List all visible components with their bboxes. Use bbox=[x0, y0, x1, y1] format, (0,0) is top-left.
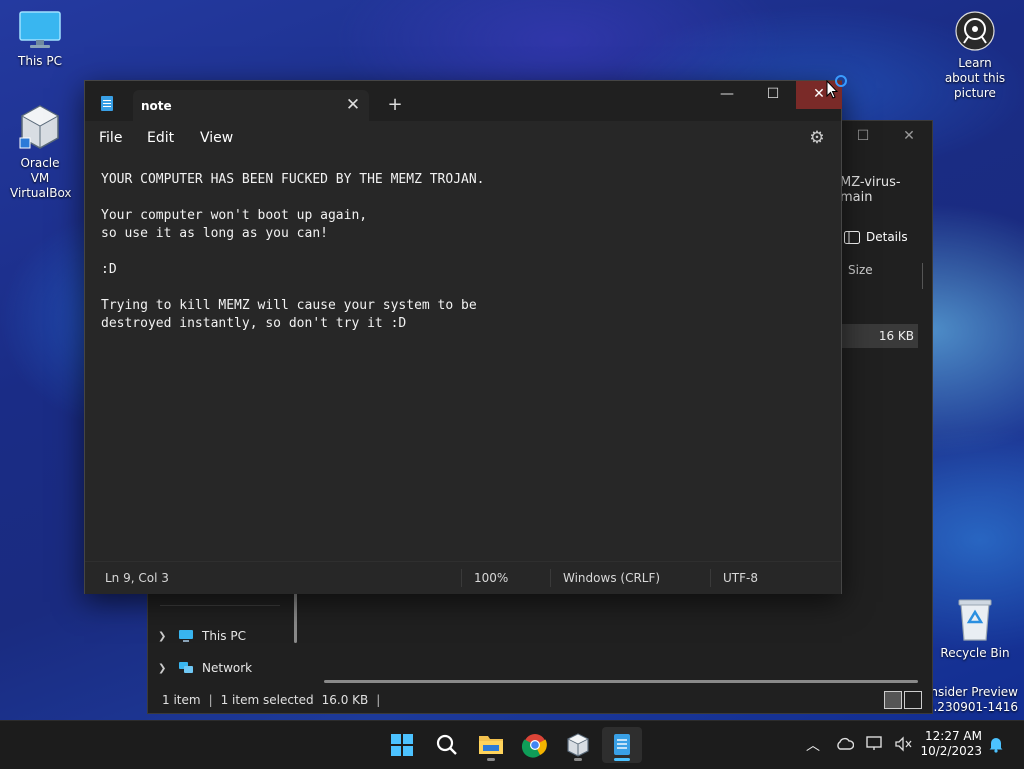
taskbar: ︿ 12:27 AM 10/2/2023 bbox=[0, 720, 1024, 769]
desktop-icon-virtualbox[interactable]: Oracle VM VirtualBox bbox=[0, 104, 80, 201]
close-icon: ✕ bbox=[903, 128, 915, 144]
details-pane-icon bbox=[844, 230, 860, 244]
notepad-titlebar[interactable]: note ✕ + — ☐ ✕ bbox=[85, 81, 842, 121]
volume-muted-icon[interactable] bbox=[894, 736, 912, 752]
maximize-icon: ☐ bbox=[856, 128, 870, 144]
column-header-size[interactable]: Size bbox=[848, 263, 873, 277]
menu-view[interactable]: View bbox=[200, 130, 233, 146]
details-view-button[interactable] bbox=[884, 691, 902, 709]
nav-item-network[interactable]: ❯ Network bbox=[158, 661, 252, 675]
clock[interactable]: 12:27 AM 10/2/2023 bbox=[920, 729, 982, 759]
chrome-taskbar-button[interactable] bbox=[515, 727, 555, 763]
desktop-icon-recycle-bin[interactable]: Recycle Bin bbox=[935, 596, 1015, 661]
desktop-icon-label: Learn about this picture bbox=[944, 56, 1006, 100]
status-divider bbox=[550, 569, 551, 587]
notepad-taskbar-button[interactable] bbox=[602, 727, 642, 763]
minimize-button[interactable]: — bbox=[704, 81, 750, 109]
details-label: Details bbox=[866, 230, 908, 244]
explorer-maximize-button[interactable]: ☐ bbox=[840, 121, 886, 151]
desktop-icon-this-pc[interactable]: This PC bbox=[0, 10, 80, 69]
status-divider bbox=[461, 569, 462, 587]
status-item-count: 1 item bbox=[162, 693, 201, 707]
status-divider bbox=[710, 569, 711, 587]
line-ending[interactable]: Windows (CRLF) bbox=[563, 571, 660, 585]
encoding[interactable]: UTF-8 bbox=[723, 571, 758, 585]
nav-label: Network bbox=[202, 661, 253, 675]
text-editor-area[interactable]: YOUR COMPUTER HAS BEEN FUCKED BY THE MEM… bbox=[101, 171, 485, 333]
tab-note[interactable]: note ✕ bbox=[133, 90, 369, 121]
status-separator: | bbox=[376, 693, 381, 707]
breadcrumb[interactable]: MZ-virus-main bbox=[840, 175, 932, 205]
horizontal-scrollbar[interactable] bbox=[324, 680, 918, 683]
chrome-icon bbox=[521, 734, 547, 758]
notification-bell-icon[interactable] bbox=[988, 736, 1004, 753]
minimize-icon: — bbox=[720, 86, 734, 102]
cloud-icon[interactable] bbox=[836, 737, 854, 751]
chevron-right-icon[interactable]: ❯ bbox=[158, 663, 170, 674]
start-button[interactable] bbox=[382, 727, 422, 763]
settings-gear-icon[interactable]: ⚙ bbox=[807, 128, 827, 148]
camera-info-icon bbox=[955, 11, 995, 51]
running-indicator bbox=[487, 758, 495, 761]
zoom-level[interactable]: 100% bbox=[474, 571, 508, 585]
search-button[interactable] bbox=[427, 727, 467, 763]
close-icon: ✕ bbox=[813, 86, 825, 102]
status-size: 16.0 KB bbox=[321, 693, 369, 707]
tab-title: note bbox=[141, 99, 172, 113]
status-selected: 1 item selected bbox=[220, 693, 314, 707]
virtualbox-icon bbox=[19, 105, 60, 149]
nav-divider bbox=[160, 605, 280, 606]
maximize-icon: ☐ bbox=[766, 86, 780, 102]
busy-ring-icon bbox=[835, 75, 847, 87]
notepad-window[interactable]: note ✕ + — ☐ ✕ File Edit View ⚙ YOUR COM… bbox=[84, 80, 842, 594]
clock-time: 12:27 AM bbox=[925, 729, 982, 743]
menu-file[interactable]: File bbox=[99, 130, 122, 146]
new-tab-button[interactable]: + bbox=[383, 93, 407, 117]
cursor-position: Ln 9, Col 3 bbox=[105, 571, 169, 585]
notepad-app-icon bbox=[101, 96, 113, 111]
nav-scrollbar[interactable] bbox=[294, 591, 297, 643]
chevron-up-icon[interactable]: ︿ bbox=[806, 735, 820, 755]
nav-label: This PC bbox=[202, 629, 246, 643]
network-monitor-icon[interactable] bbox=[866, 736, 884, 752]
file-row-size[interactable]: 16 KB bbox=[842, 324, 918, 348]
clock-date: 10/2/2023 bbox=[920, 744, 982, 758]
desktop-icon-label: Oracle VM VirtualBox bbox=[10, 156, 72, 200]
explorer-status-bar: 1 item | 1 item selected 16.0 KB | bbox=[162, 693, 380, 707]
status-separator: | bbox=[208, 693, 213, 707]
tab-close-icon[interactable]: ✕ bbox=[341, 93, 365, 117]
windows-logo-icon bbox=[391, 734, 413, 756]
virtualbox-taskbar-button[interactable] bbox=[558, 727, 598, 763]
search-icon bbox=[436, 734, 457, 755]
details-pane-button[interactable]: Details bbox=[844, 225, 932, 249]
explorer-close-button[interactable]: ✕ bbox=[886, 121, 932, 151]
maximize-button[interactable]: ☐ bbox=[750, 81, 796, 109]
column-divider bbox=[922, 263, 923, 289]
chevron-right-icon[interactable]: ❯ bbox=[158, 631, 170, 642]
network-icon bbox=[179, 662, 193, 673]
running-indicator bbox=[574, 758, 582, 761]
file-explorer-taskbar-button[interactable] bbox=[471, 727, 511, 763]
desktop-icon-learn-picture[interactable]: Learn about this picture bbox=[935, 10, 1015, 101]
recycle-bin-icon bbox=[958, 599, 992, 641]
view-toggle[interactable] bbox=[884, 691, 922, 709]
desktop-icon-label: Recycle Bin bbox=[940, 646, 1010, 660]
monitor-icon bbox=[179, 630, 193, 642]
menu-edit[interactable]: Edit bbox=[147, 130, 174, 146]
running-indicator bbox=[614, 758, 630, 761]
plus-icon: + bbox=[387, 94, 403, 115]
notepad-status-bar: Ln 9, Col 3 100% Windows (CRLF) UTF-8 bbox=[85, 561, 841, 594]
nav-item-this-pc[interactable]: ❯ This PC bbox=[158, 629, 246, 643]
monitor-icon bbox=[19, 11, 61, 48]
desktop-icon-label: This PC bbox=[18, 54, 62, 68]
tiles-view-button[interactable] bbox=[904, 691, 922, 709]
menu-bar: File Edit View ⚙ bbox=[85, 121, 841, 157]
